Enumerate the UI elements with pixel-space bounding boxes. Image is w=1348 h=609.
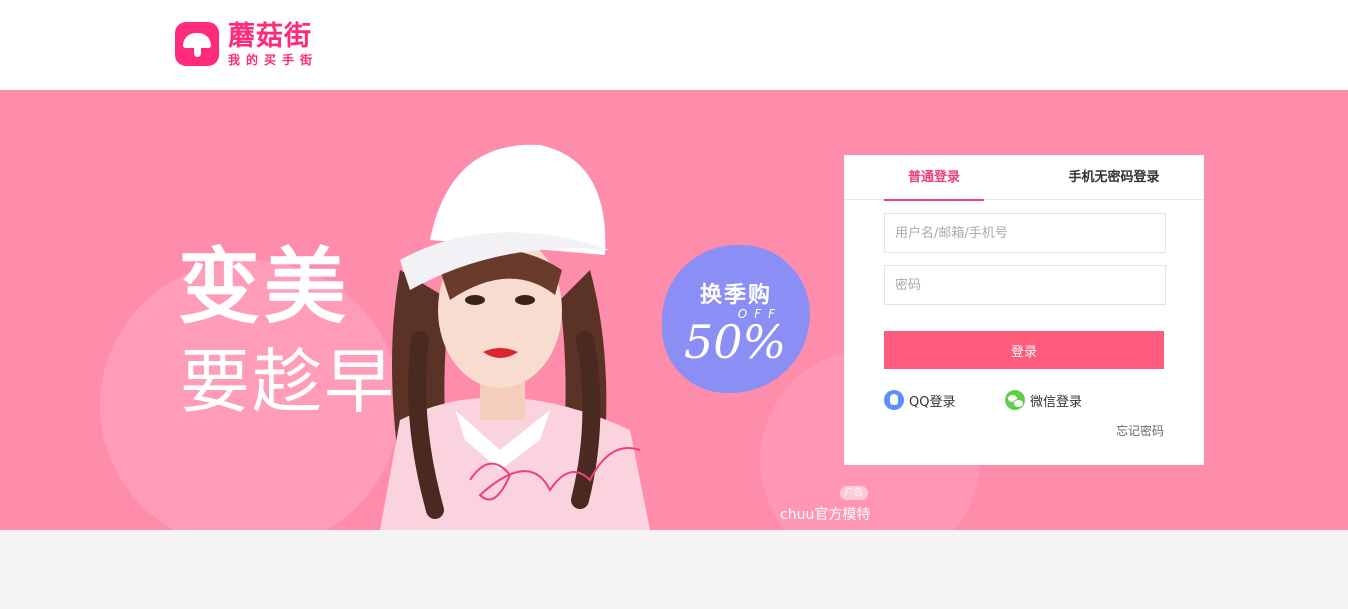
login-panel: 普通登录 手机无密码登录 登录 QQ登录 微信登录 忘记密码 [844,155,1204,465]
discount-badge: 换季购 OFF 50% [662,245,810,393]
login-tabs: 普通登录 手机无密码登录 [844,155,1204,201]
model-photo [380,144,650,530]
qq-login-label: QQ登录 [909,394,956,410]
site-logo[interactable]: 蘑菇街 我的买手街 [175,22,318,68]
tab-normal-login[interactable]: 普通登录 [884,155,984,201]
wechat-login-label: 微信登录 [1030,394,1083,410]
tab-sms-login[interactable]: 手机无密码登录 [1054,155,1174,200]
ad-badge: 广告 [840,486,868,500]
logo-name: 蘑菇街 [228,21,312,52]
password-input[interactable] [884,265,1166,305]
model-credit: chuu官方模特 [780,507,871,523]
qq-login-link[interactable]: QQ登录 [884,390,955,410]
banner-headline: 变美 [178,240,351,335]
forgot-password-link[interactable]: 忘记密码 [1116,422,1164,439]
wechat-icon [1005,390,1025,410]
wechat-login-link[interactable]: 微信登录 [1005,390,1082,410]
logo-text: 蘑菇街 我的买手街 [228,22,318,68]
logo-slogan: 我的买手街 [228,53,319,67]
login-button[interactable]: 登录 [884,331,1164,369]
site-header: 蘑菇街 我的买手街 [0,0,1348,90]
username-input[interactable] [884,213,1166,253]
discount-percent: 50% [684,315,787,369]
discount-title: 换季购 [699,283,772,308]
mushroom-logo-icon [175,22,219,66]
qq-icon [884,390,904,410]
